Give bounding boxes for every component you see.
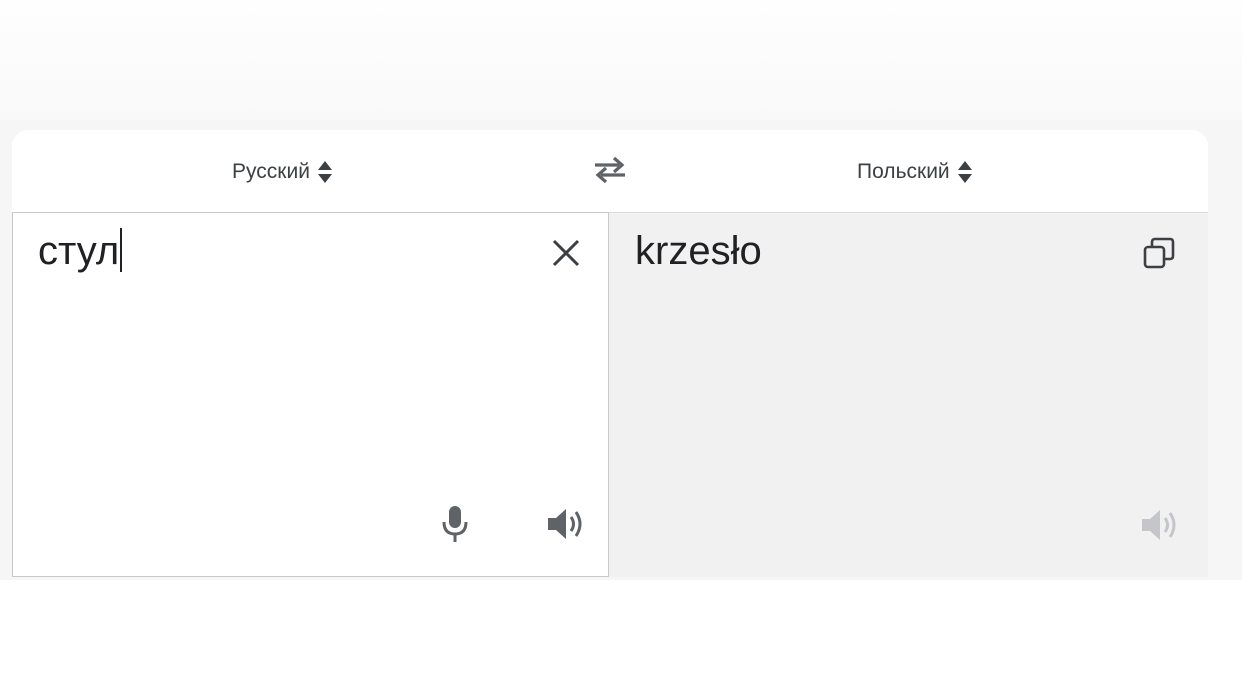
- swap-languages-button[interactable]: [590, 152, 630, 192]
- translator-card: Русский Польский стул krzesło: [12, 130, 1208, 577]
- speaker-icon: [546, 506, 588, 547]
- listen-translation-button[interactable]: [1139, 507, 1183, 547]
- voice-input-button[interactable]: [437, 504, 473, 549]
- copy-icon: [1142, 236, 1176, 275]
- translation-text: krzesło: [635, 229, 762, 273]
- source-text-value: стул: [38, 229, 120, 273]
- speaker-icon: [1140, 507, 1182, 548]
- source-language-selector[interactable]: Русский: [232, 156, 332, 188]
- target-language-selector[interactable]: Польский: [857, 156, 972, 188]
- source-text-input[interactable]: стул: [38, 227, 123, 275]
- swap-arrows-icon: [593, 155, 627, 190]
- copy-translation-button[interactable]: [1139, 235, 1179, 275]
- listen-source-button[interactable]: [545, 506, 589, 546]
- clear-text-button[interactable]: [546, 235, 586, 275]
- text-cursor: [120, 228, 123, 272]
- updown-arrows-icon: [317, 161, 332, 183]
- source-text-panel[interactable]: стул: [12, 212, 609, 577]
- source-language-label: Русский: [232, 160, 310, 183]
- page-header-background: [0, 0, 1242, 120]
- updown-arrows-icon: [957, 161, 972, 183]
- translation-panel: krzesło: [609, 213, 1208, 577]
- target-language-label: Польский: [857, 160, 950, 183]
- language-bar: Русский Польский: [12, 130, 1208, 213]
- microphone-icon: [440, 504, 470, 549]
- close-icon: [551, 238, 581, 273]
